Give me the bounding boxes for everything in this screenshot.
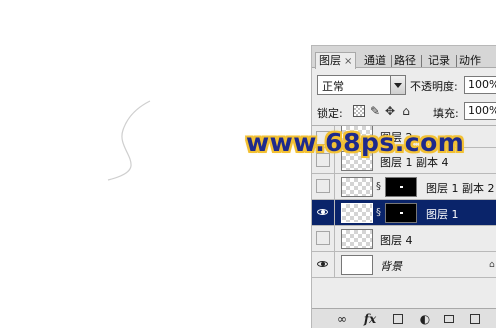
lock-label: 锁定: bbox=[317, 107, 343, 120]
tab-divider bbox=[421, 55, 422, 67]
layer-thumbnail bbox=[341, 255, 373, 275]
visibility-toggle-eye-icon[interactable] bbox=[316, 257, 330, 271]
visibility-toggle-eye-icon[interactable] bbox=[316, 205, 330, 219]
opacity-input[interactable]: 100% bbox=[464, 76, 496, 94]
tab-layers-label: 图层 bbox=[319, 54, 341, 67]
tab-actions[interactable]: 动作 bbox=[459, 53, 481, 68]
layer-row[interactable]: § 图层 1 副本 2 bbox=[312, 174, 496, 200]
adjustment-icon[interactable]: ◐ bbox=[418, 312, 432, 326]
lock-all-icon[interactable]: ⌂ bbox=[400, 105, 412, 117]
layers-panel: 图层× 通道 路径 记录 动作 正常 不透明度: 100% 锁定: bbox=[311, 45, 496, 328]
layer-name[interactable]: 图层 4 bbox=[380, 232, 413, 248]
visibility-toggle-eye-icon[interactable] bbox=[316, 231, 330, 245]
layer-name[interactable]: 背景 bbox=[380, 258, 402, 274]
blend-mode-select[interactable]: 正常 bbox=[317, 75, 406, 95]
panel-tab-bar: 图层 × 通道 路径 记录 动作 bbox=[312, 46, 496, 69]
folder-icon[interactable] bbox=[444, 315, 454, 323]
lock-transparency-icon[interactable] bbox=[353, 105, 365, 117]
tab-channels[interactable]: 通道 bbox=[364, 53, 386, 68]
row-separator bbox=[334, 174, 335, 199]
fill-label: 填充: bbox=[433, 107, 459, 120]
layer-row[interactable]: 背景 ⌂ bbox=[312, 252, 496, 278]
lock-icon: ⌂ bbox=[489, 260, 495, 270]
fill-input[interactable]: 100% bbox=[464, 102, 496, 120]
layer-mask-thumbnail[interactable] bbox=[385, 177, 417, 197]
tab-channels-label: 通道 bbox=[364, 54, 386, 67]
layer-thumbnail bbox=[341, 203, 373, 223]
visibility-toggle-eye-icon[interactable] bbox=[316, 179, 330, 193]
row-separator bbox=[334, 252, 335, 277]
blend-mode-value: 正常 bbox=[322, 80, 344, 93]
fx-icon[interactable]: fx bbox=[362, 312, 378, 326]
tab-divider bbox=[391, 55, 392, 67]
link-icon[interactable]: ∞ bbox=[334, 312, 350, 326]
tab-paths[interactable]: 路径 bbox=[394, 53, 416, 68]
layers-panel-footer: ∞ fx ◐ bbox=[312, 308, 496, 328]
layer-thumbnail bbox=[341, 229, 373, 249]
layer-thumbnail bbox=[341, 177, 373, 197]
row-separator bbox=[334, 200, 335, 225]
mask-link-chain-icon[interactable]: § bbox=[376, 181, 382, 193]
tab-history-label: 记录 bbox=[428, 54, 450, 67]
new-layer-icon[interactable] bbox=[470, 314, 480, 324]
layer-mask-thumbnail[interactable] bbox=[385, 203, 417, 223]
tab-layers[interactable]: 图层 × bbox=[315, 52, 357, 69]
layer-row-selected[interactable]: § 图层 1 bbox=[312, 200, 496, 226]
tab-close-icon[interactable]: × bbox=[344, 56, 352, 67]
tab-history[interactable]: 记录 bbox=[428, 53, 450, 68]
lock-position-move-icon[interactable]: ✥ bbox=[384, 105, 396, 117]
mask-icon[interactable] bbox=[393, 314, 403, 324]
row-separator bbox=[334, 226, 335, 251]
opacity-label: 不透明度: bbox=[410, 80, 458, 93]
tab-divider bbox=[456, 55, 457, 67]
lock-paint-brush-icon[interactable]: ✎ bbox=[369, 105, 381, 117]
chevron-down-icon[interactable] bbox=[390, 76, 405, 94]
watermark-text: www.68ps.com bbox=[246, 128, 465, 157]
layer-row[interactable]: 图层 4 bbox=[312, 226, 496, 252]
layer-name[interactable]: 图层 1 副本 2 bbox=[426, 180, 495, 196]
layer-name[interactable]: 图层 1 bbox=[426, 206, 459, 222]
tab-actions-label: 动作 bbox=[459, 54, 481, 67]
canvas-area: www.68ps.com 图层 × 通道 路径 记录 动作 正常 不透明度: 1… bbox=[0, 0, 496, 328]
tab-paths-label: 路径 bbox=[394, 54, 416, 67]
mask-link-chain-icon[interactable]: § bbox=[376, 207, 382, 219]
